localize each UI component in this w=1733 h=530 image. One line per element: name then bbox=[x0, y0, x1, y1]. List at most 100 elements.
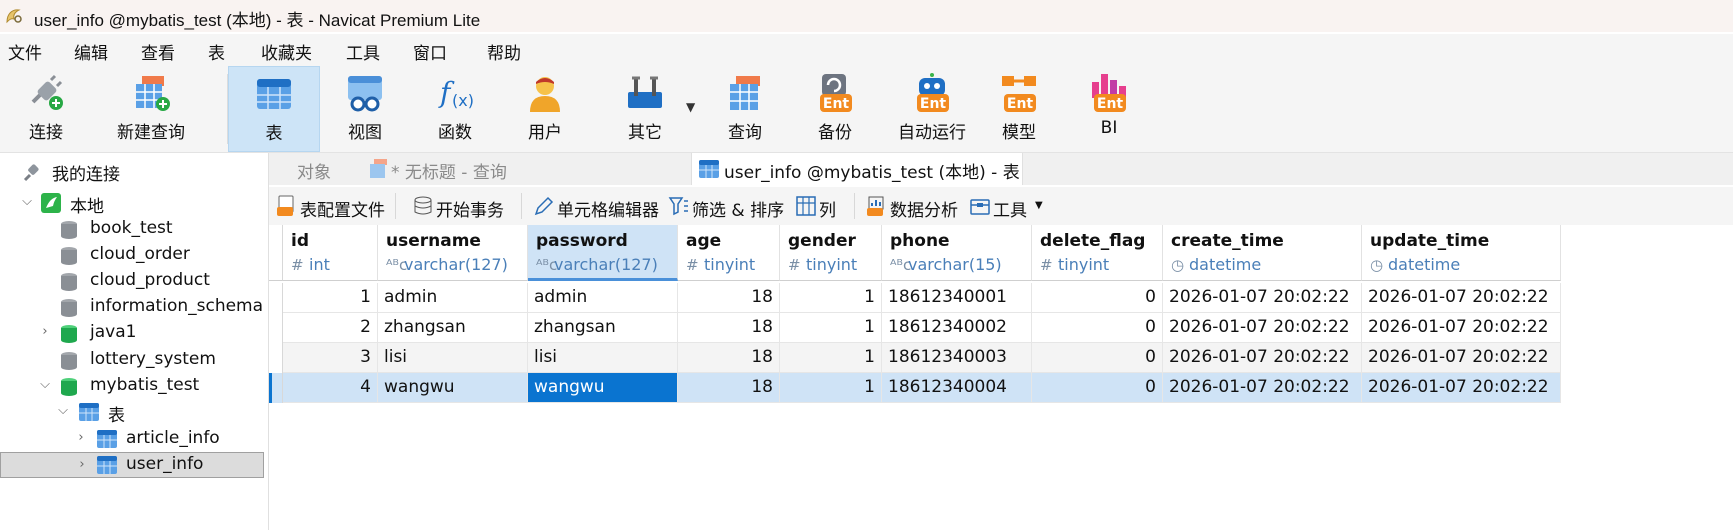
other-button[interactable]: 其它 bbox=[600, 66, 690, 152]
cell-create-time[interactable]: 2026-01-07 20:02:22 bbox=[1163, 373, 1362, 403]
cell-update-time[interactable]: 2026-01-07 20:02:22 bbox=[1362, 283, 1561, 313]
cell-phone[interactable]: 18612340003 bbox=[882, 343, 1032, 373]
chevron-right-icon[interactable]: › bbox=[74, 431, 88, 445]
column-header-username[interactable]: username ᴬᴮcvarchar(127) bbox=[378, 225, 528, 281]
begin-transaction-button[interactable]: 开始事务 bbox=[412, 195, 512, 221]
cell-password[interactable]: lisi bbox=[528, 343, 678, 373]
tab-untitled-query[interactable]: * 无标题 - 查询 bbox=[365, 153, 691, 185]
column-header-update-time[interactable]: update_time ◷ datetime bbox=[1362, 225, 1561, 281]
column-header-delete-flag[interactable]: delete_flag # tinyint bbox=[1032, 225, 1163, 281]
data-analysis-button[interactable]: 数据分析 bbox=[866, 195, 961, 221]
backup-button[interactable]: Ent 备份 bbox=[792, 66, 878, 152]
cell-delete-flag[interactable]: 0 bbox=[1032, 313, 1163, 343]
connect-button[interactable]: 连接 bbox=[0, 66, 92, 152]
tree-db-book-test[interactable]: book_test bbox=[0, 216, 266, 242]
cell-phone[interactable]: 18612340002 bbox=[882, 313, 1032, 343]
cell-delete-flag[interactable]: 0 bbox=[1032, 283, 1163, 313]
cell-gender[interactable]: 1 bbox=[780, 373, 882, 403]
cell-username[interactable]: lisi bbox=[378, 343, 528, 373]
menu-tools[interactable]: 工具 bbox=[346, 39, 380, 64]
menu-favorites[interactable]: 收藏夹 bbox=[261, 39, 312, 64]
cell-username[interactable]: admin bbox=[378, 283, 528, 313]
cell-phone[interactable]: 18612340001 bbox=[882, 283, 1032, 313]
bi-button[interactable]: Ent BI bbox=[1066, 66, 1152, 152]
column-header-age[interactable]: age # tinyint bbox=[678, 225, 780, 281]
cell-create-time[interactable]: 2026-01-07 20:02:22 bbox=[1163, 343, 1362, 373]
tab-user-info-table[interactable]: user_info @mybatis_test (本地) - 表 bbox=[691, 153, 1023, 185]
toolbox-icon bbox=[628, 76, 662, 108]
cell-age[interactable]: 18 bbox=[678, 283, 780, 313]
tree-tables-folder[interactable]: ⌵ 表 bbox=[0, 399, 266, 426]
cell-phone[interactable]: 18612340004 bbox=[882, 373, 1032, 403]
tree-db-information-schema[interactable]: information_schema bbox=[0, 294, 266, 320]
column-header-create-time[interactable]: create_time ◷ datetime bbox=[1163, 225, 1362, 281]
tree-db-mybatis-test[interactable]: ⌵ mybatis_test bbox=[0, 373, 266, 399]
row-marker[interactable] bbox=[269, 373, 283, 403]
menu-window[interactable]: 窗口 bbox=[413, 39, 447, 64]
tab-objects[interactable]: 对象 bbox=[269, 153, 363, 185]
query-button[interactable]: 查询 bbox=[702, 66, 788, 152]
cell-age[interactable]: 18 bbox=[678, 373, 780, 403]
cell-age[interactable]: 18 bbox=[678, 343, 780, 373]
tree-connection-local[interactable]: ⌵ 本地 bbox=[0, 190, 266, 217]
tree-db-cloud-order[interactable]: cloud_order bbox=[0, 242, 266, 268]
chevron-down-icon[interactable]: ⌵ bbox=[38, 378, 52, 392]
cell-update-time[interactable]: 2026-01-07 20:02:22 bbox=[1362, 343, 1561, 373]
cell-gender[interactable]: 1 bbox=[780, 343, 882, 373]
column-header-password[interactable]: password ᴬᴮcvarchar(127) bbox=[528, 225, 678, 281]
filter-sort-button[interactable]: 筛选 & 排序 bbox=[668, 195, 788, 221]
tree-table-user-info[interactable]: › user_info bbox=[0, 452, 264, 478]
cell-delete-flag[interactable]: 0 bbox=[1032, 343, 1163, 373]
table-button[interactable]: 表 bbox=[228, 66, 320, 152]
column-header-id[interactable]: id # int bbox=[283, 225, 378, 281]
cell-username[interactable]: zhangsan bbox=[378, 313, 528, 343]
cell-id[interactable]: 2 bbox=[283, 313, 378, 343]
cell-age[interactable]: 18 bbox=[678, 313, 780, 343]
cell-id[interactable]: 4 bbox=[283, 373, 378, 403]
menu-table[interactable]: 表 bbox=[208, 39, 225, 64]
tree-db-cloud-product[interactable]: cloud_product bbox=[0, 268, 266, 294]
cell-gender[interactable]: 1 bbox=[780, 313, 882, 343]
user-button[interactable]: 用户 bbox=[502, 66, 588, 152]
cell-create-time[interactable]: 2026-01-07 20:02:22 bbox=[1163, 283, 1362, 313]
cell-update-time[interactable]: 2026-01-07 20:02:22 bbox=[1362, 313, 1561, 343]
row-marker[interactable] bbox=[269, 283, 283, 313]
cell-id[interactable]: 3 bbox=[283, 343, 378, 373]
chevron-right-icon[interactable]: › bbox=[38, 325, 52, 339]
cell-password[interactable]: admin bbox=[528, 283, 678, 313]
row-marker[interactable] bbox=[269, 343, 283, 373]
column-header-phone[interactable]: phone ᴬᴮcvarchar(15) bbox=[882, 225, 1032, 281]
new-query-button[interactable]: 新建查询 bbox=[96, 66, 206, 152]
model-button[interactable]: Ent 模型 bbox=[976, 66, 1062, 152]
chevron-right-icon[interactable]: › bbox=[75, 458, 89, 472]
cell-editor-button[interactable]: 单元格编辑器 bbox=[533, 195, 663, 221]
view-button[interactable]: 视图 bbox=[322, 66, 408, 152]
column-header-gender[interactable]: gender # tinyint bbox=[780, 225, 882, 281]
table-profile-button[interactable]: 表配置文件 bbox=[276, 195, 386, 221]
menu-view[interactable]: 查看 bbox=[141, 39, 175, 64]
cell-password[interactable]: zhangsan bbox=[528, 313, 678, 343]
columns-button[interactable]: 列 bbox=[795, 195, 845, 221]
tree-db-lottery-system[interactable]: lottery_system bbox=[0, 347, 266, 373]
function-label: 函数 bbox=[438, 123, 472, 143]
cell-delete-flag[interactable]: 0 bbox=[1032, 373, 1163, 403]
cell-password-focused[interactable]: wangwu bbox=[528, 373, 678, 403]
automation-button[interactable]: Ent 自动运行 bbox=[882, 66, 982, 152]
other-dropdown-arrow-icon[interactable]: ▼ bbox=[686, 100, 695, 114]
cell-id[interactable]: 1 bbox=[283, 283, 378, 313]
chevron-down-icon[interactable]: ⌵ bbox=[20, 195, 34, 209]
cell-username[interactable]: wangwu bbox=[378, 373, 528, 403]
chevron-down-icon[interactable]: ⌵ bbox=[56, 404, 70, 418]
tree-root-my-connections[interactable]: 我的连接 bbox=[0, 158, 266, 185]
cell-update-time[interactable]: 2026-01-07 20:02:22 bbox=[1362, 373, 1561, 403]
menu-file[interactable]: 文件 bbox=[8, 39, 42, 64]
menu-help[interactable]: 帮助 bbox=[487, 39, 521, 64]
function-button[interactable]: f (x) 函数 bbox=[412, 66, 498, 152]
tools-dropdown-button[interactable]: 工具 ▼ bbox=[969, 195, 1049, 221]
menu-edit[interactable]: 编辑 bbox=[74, 39, 108, 64]
tree-table-article-info[interactable]: › article_info bbox=[0, 426, 266, 452]
cell-gender[interactable]: 1 bbox=[780, 283, 882, 313]
cell-create-time[interactable]: 2026-01-07 20:02:22 bbox=[1163, 313, 1362, 343]
row-marker[interactable] bbox=[269, 313, 283, 343]
tree-db-java1[interactable]: › java1 bbox=[0, 320, 266, 346]
